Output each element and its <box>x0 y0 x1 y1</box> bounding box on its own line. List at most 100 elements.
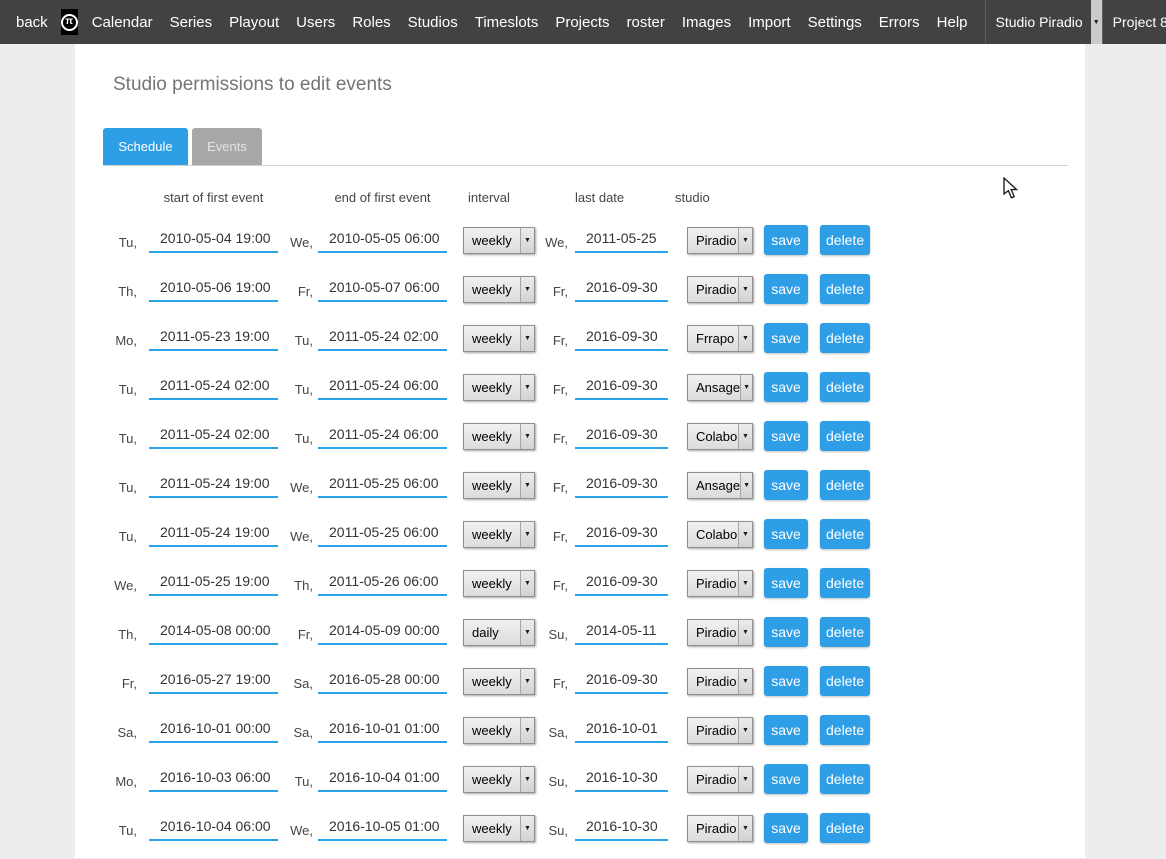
interval-select[interactable]: weekly ▼ <box>463 521 535 548</box>
end-datetime-input[interactable] <box>318 423 447 449</box>
start-datetime-input[interactable] <box>149 619 278 645</box>
interval-select[interactable]: weekly ▼ <box>463 374 535 401</box>
studio-select[interactable]: Piradio ▼ <box>687 570 753 597</box>
delete-button[interactable]: delete <box>820 323 870 353</box>
nav-item-errors[interactable]: Errors <box>879 14 920 31</box>
save-button[interactable]: save <box>764 617 808 647</box>
nav-back-link[interactable]: back <box>16 14 48 31</box>
nav-item-series[interactable]: Series <box>170 14 213 31</box>
delete-button[interactable]: delete <box>820 470 870 500</box>
nav-item-playout[interactable]: Playout <box>229 14 279 31</box>
interval-select[interactable]: weekly ▼ <box>463 423 535 450</box>
save-button[interactable]: save <box>764 274 808 304</box>
last-date-input[interactable] <box>575 276 668 302</box>
last-date-input[interactable] <box>575 766 668 792</box>
studio-select[interactable]: Piradio ▼ <box>687 815 753 842</box>
project-switcher-select[interactable]: Project 88vier ▼ <box>1102 0 1166 44</box>
save-button[interactable]: save <box>764 764 808 794</box>
start-datetime-input[interactable] <box>149 276 278 302</box>
last-date-input[interactable] <box>575 423 668 449</box>
end-datetime-input[interactable] <box>318 227 447 253</box>
nav-item-users[interactable]: Users <box>296 14 335 31</box>
save-button[interactable]: save <box>764 666 808 696</box>
last-date-input[interactable] <box>575 717 668 743</box>
interval-select[interactable]: weekly ▼ <box>463 766 535 793</box>
last-date-input[interactable] <box>575 374 668 400</box>
nav-item-images[interactable]: Images <box>682 14 731 31</box>
start-datetime-input[interactable] <box>149 227 278 253</box>
studio-switcher-arrow[interactable]: ▼ <box>1091 0 1102 44</box>
last-date-input[interactable] <box>575 227 668 253</box>
end-datetime-input[interactable] <box>318 521 447 547</box>
studio-select[interactable]: Piradio ▼ <box>687 276 753 303</box>
delete-button[interactable]: delete <box>820 421 870 451</box>
last-date-input[interactable] <box>575 619 668 645</box>
interval-select[interactable]: weekly ▼ <box>463 717 535 744</box>
last-date-input[interactable] <box>575 570 668 596</box>
nav-item-studios[interactable]: Studios <box>408 14 458 31</box>
delete-button[interactable]: delete <box>820 568 870 598</box>
studio-switcher-select[interactable]: Studio Piradio ▼ <box>985 0 1102 44</box>
studio-select[interactable]: Frrapo ▼ <box>687 325 753 352</box>
start-datetime-input[interactable] <box>149 423 278 449</box>
last-date-input[interactable] <box>575 325 668 351</box>
end-datetime-input[interactable] <box>318 619 447 645</box>
end-datetime-input[interactable] <box>318 570 447 596</box>
end-datetime-input[interactable] <box>318 472 447 498</box>
studio-select[interactable]: Colabo ▼ <box>687 521 753 548</box>
end-datetime-input[interactable] <box>318 766 447 792</box>
start-datetime-input[interactable] <box>149 570 278 596</box>
save-button[interactable]: save <box>764 813 808 843</box>
nav-item-roster[interactable]: roster <box>627 14 665 31</box>
start-datetime-input[interactable] <box>149 325 278 351</box>
last-date-input[interactable] <box>575 815 668 841</box>
last-date-input[interactable] <box>575 668 668 694</box>
studio-select[interactable]: Ansage ▼ <box>687 472 753 499</box>
interval-select[interactable]: weekly ▼ <box>463 325 535 352</box>
delete-button[interactable]: delete <box>820 617 870 647</box>
interval-select[interactable]: weekly ▼ <box>463 472 535 499</box>
nav-item-timeslots[interactable]: Timeslots <box>475 14 539 31</box>
nav-item-import[interactable]: Import <box>748 14 791 31</box>
nav-item-calendar[interactable]: Calendar <box>92 14 153 31</box>
nav-item-help[interactable]: Help <box>937 14 968 31</box>
end-datetime-input[interactable] <box>318 325 447 351</box>
interval-select[interactable]: weekly ▼ <box>463 276 535 303</box>
nav-item-roles[interactable]: Roles <box>352 14 390 31</box>
interval-select[interactable]: weekly ▼ <box>463 815 535 842</box>
save-button[interactable]: save <box>764 715 808 745</box>
studio-select[interactable]: Piradio ▼ <box>687 766 753 793</box>
start-datetime-input[interactable] <box>149 374 278 400</box>
delete-button[interactable]: delete <box>820 666 870 696</box>
studio-select[interactable]: Colabo ▼ <box>687 423 753 450</box>
start-datetime-input[interactable] <box>149 521 278 547</box>
save-button[interactable]: save <box>764 470 808 500</box>
delete-button[interactable]: delete <box>820 764 870 794</box>
interval-select[interactable]: weekly ▼ <box>463 570 535 597</box>
start-datetime-input[interactable] <box>149 668 278 694</box>
end-datetime-input[interactable] <box>318 668 447 694</box>
piradio-logo-icon[interactable]: π <box>61 9 78 35</box>
save-button[interactable]: save <box>764 421 808 451</box>
delete-button[interactable]: delete <box>820 519 870 549</box>
tab-events[interactable]: Events <box>192 128 262 165</box>
save-button[interactable]: save <box>764 225 808 255</box>
studio-select[interactable]: Piradio ▼ <box>687 668 753 695</box>
nav-item-projects[interactable]: Projects <box>555 14 609 31</box>
studio-select[interactable]: Piradio ▼ <box>687 227 753 254</box>
start-datetime-input[interactable] <box>149 766 278 792</box>
delete-button[interactable]: delete <box>820 274 870 304</box>
delete-button[interactable]: delete <box>820 225 870 255</box>
interval-select[interactable]: weekly ▼ <box>463 227 535 254</box>
delete-button[interactable]: delete <box>820 813 870 843</box>
end-datetime-input[interactable] <box>318 717 447 743</box>
save-button[interactable]: save <box>764 519 808 549</box>
interval-select[interactable]: weekly ▼ <box>463 668 535 695</box>
start-datetime-input[interactable] <box>149 815 278 841</box>
studio-select[interactable]: Ansage ▼ <box>687 374 753 401</box>
save-button[interactable]: save <box>764 323 808 353</box>
interval-select[interactable]: daily ▼ <box>463 619 535 646</box>
tab-schedule[interactable]: Schedule <box>103 128 188 165</box>
end-datetime-input[interactable] <box>318 815 447 841</box>
start-datetime-input[interactable] <box>149 472 278 498</box>
